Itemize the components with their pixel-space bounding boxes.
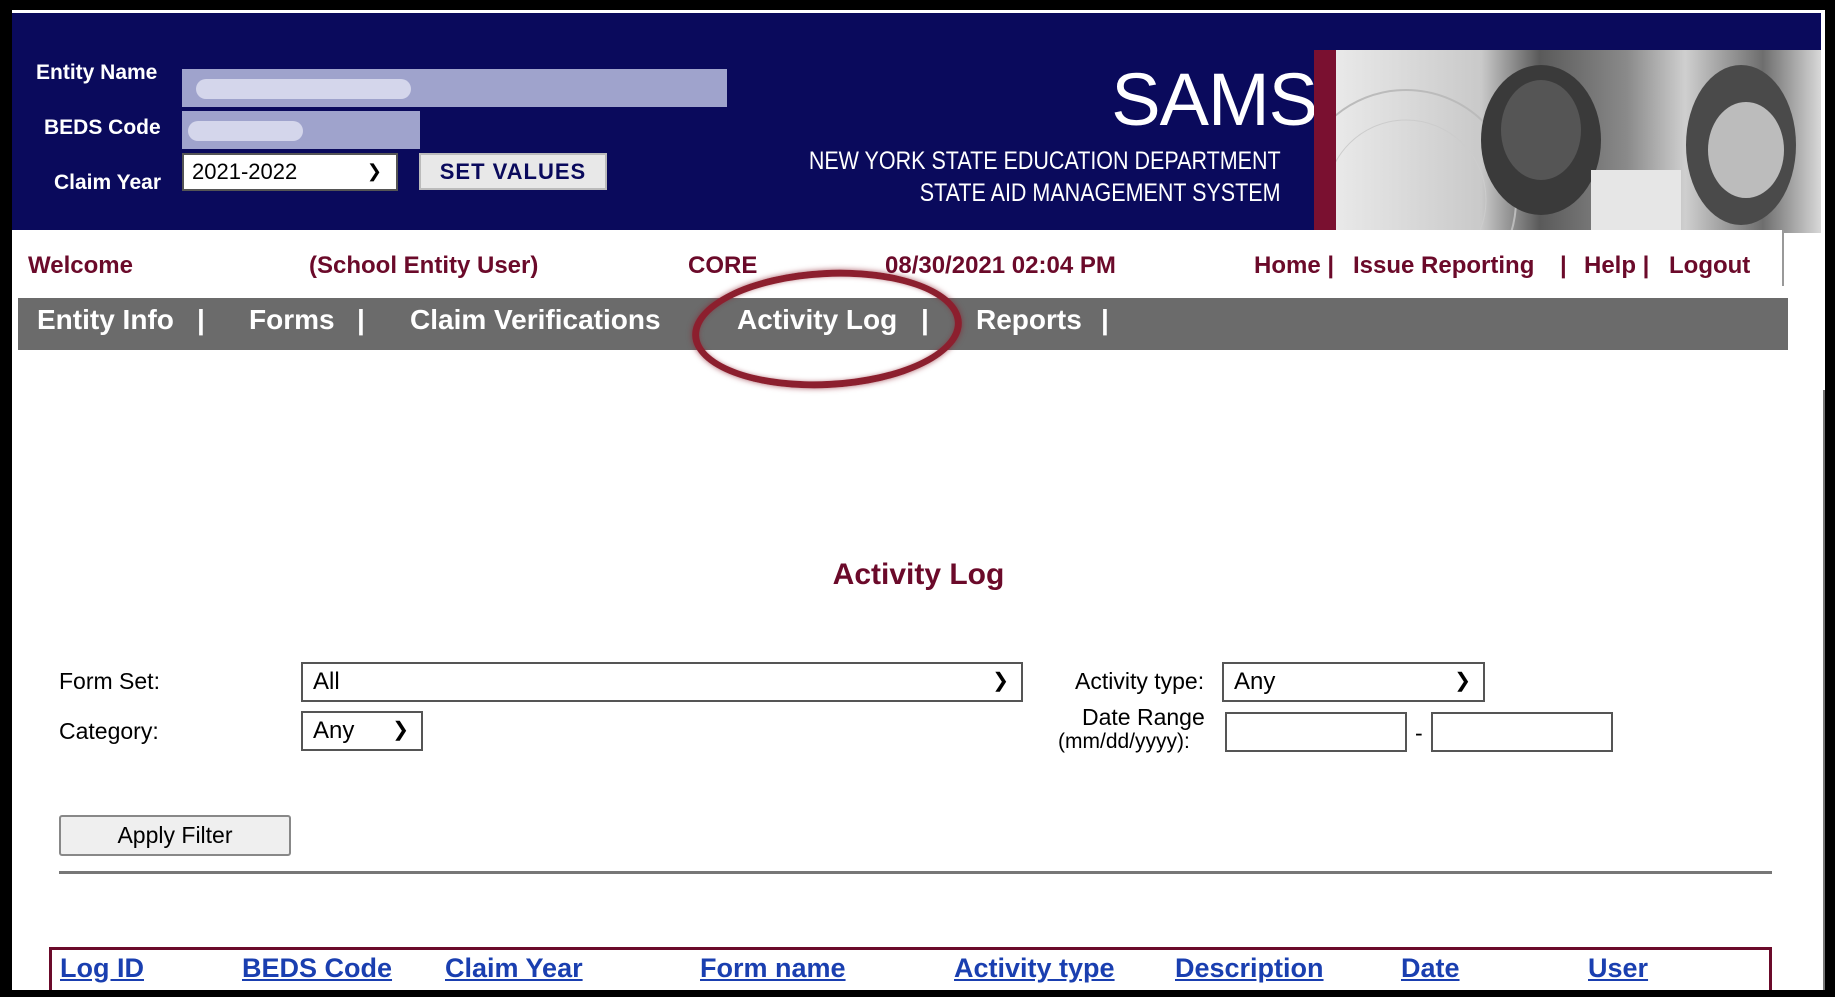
header-accent-bar: [1314, 50, 1336, 233]
issue-reporting-link[interactable]: Issue Reporting: [1353, 252, 1534, 280]
app-title: SAMS: [1111, 58, 1318, 141]
chevron-down-icon: ❯: [992, 670, 1009, 692]
date-from-input[interactable]: [1225, 712, 1407, 752]
column-header-date[interactable]: Date: [1401, 953, 1460, 984]
browser-page: Entity Name BEDS Code Claim Year 2021-20…: [12, 10, 1825, 990]
entity-name-field[interactable]: [182, 69, 727, 107]
user-role: (School Entity User): [309, 252, 539, 279]
nav-separator: |: [357, 304, 365, 335]
claim-year-select[interactable]: 2021-2022 ❯: [182, 153, 398, 191]
chevron-down-icon: ❯: [392, 719, 409, 741]
current-datetime: 08/30/2021 02:04 PM: [885, 252, 1116, 279]
nav-separator: |: [1101, 304, 1109, 335]
column-header-description[interactable]: Description: [1175, 953, 1324, 984]
date-range-separator: -: [1415, 720, 1423, 746]
entity-name-label: Entity Name: [36, 61, 158, 84]
nav-forms[interactable]: Forms: [249, 304, 335, 336]
logout-link[interactable]: Logout: [1669, 252, 1750, 280]
link-separator: |: [1560, 252, 1567, 279]
page-scroll-edge: [1823, 390, 1825, 990]
app-header: Entity Name BEDS Code Claim Year 2021-20…: [12, 10, 1821, 311]
home-link[interactable]: Home |: [1254, 252, 1334, 280]
chevron-down-icon: ❯: [366, 161, 382, 181]
divider: [59, 871, 1772, 874]
chevron-down-icon: ❯: [1454, 670, 1471, 692]
column-header-user[interactable]: User: [1588, 953, 1648, 984]
activity-type-value: Any: [1234, 668, 1276, 695]
banner-illustration: [1295, 65, 1796, 311]
column-header-activity-type[interactable]: Activity type: [954, 953, 1115, 984]
dept-name-line1: NEW YORK STATE EDUCATION DEPARTMENT: [809, 147, 1281, 175]
header-banner-photo: [1295, 50, 1821, 311]
dept-name-line2: STATE AID MANAGEMENT SYSTEM: [920, 179, 1281, 207]
beds-code-field[interactable]: [182, 111, 420, 149]
date-to-input[interactable]: [1431, 712, 1613, 752]
nav-claim-verifications[interactable]: Claim Verifications: [410, 304, 661, 336]
date-range-label: Date Range: [1082, 704, 1205, 730]
form-set-value: All: [313, 668, 340, 695]
apply-filter-button[interactable]: Apply Filter: [59, 815, 291, 856]
form-set-label: Form Set:: [59, 668, 160, 694]
nav-separator: |: [197, 304, 205, 335]
category-label: Category:: [59, 718, 159, 744]
category-select[interactable]: Any ❯: [301, 711, 423, 751]
date-format-hint: (mm/dd/yyyy):: [1058, 730, 1190, 753]
category-value: Any: [313, 717, 355, 744]
beds-code-label: BEDS Code: [44, 116, 161, 139]
column-header-log-id[interactable]: Log ID: [60, 953, 144, 984]
claim-year-value: 2021-2022: [192, 159, 298, 184]
column-header-form-name[interactable]: Form name: [700, 953, 846, 984]
activity-type-select[interactable]: Any ❯: [1222, 662, 1485, 702]
form-set-select[interactable]: All ❯: [301, 662, 1023, 702]
column-header-beds-code[interactable]: BEDS Code: [242, 953, 392, 984]
core-label: CORE: [688, 252, 758, 279]
nav-entity-info[interactable]: Entity Info: [37, 304, 174, 336]
column-header-claim-year[interactable]: Claim Year: [445, 953, 583, 984]
activity-type-label: Activity type:: [1075, 668, 1205, 694]
help-link[interactable]: Help |: [1584, 252, 1649, 280]
nav-reports[interactable]: Reports: [976, 304, 1082, 336]
welcome-text: Welcome: [28, 252, 133, 279]
page-title: Activity Log: [832, 558, 1005, 591]
set-values-button[interactable]: SET VALUES: [419, 153, 607, 190]
claim-year-label: Claim Year: [54, 171, 162, 194]
